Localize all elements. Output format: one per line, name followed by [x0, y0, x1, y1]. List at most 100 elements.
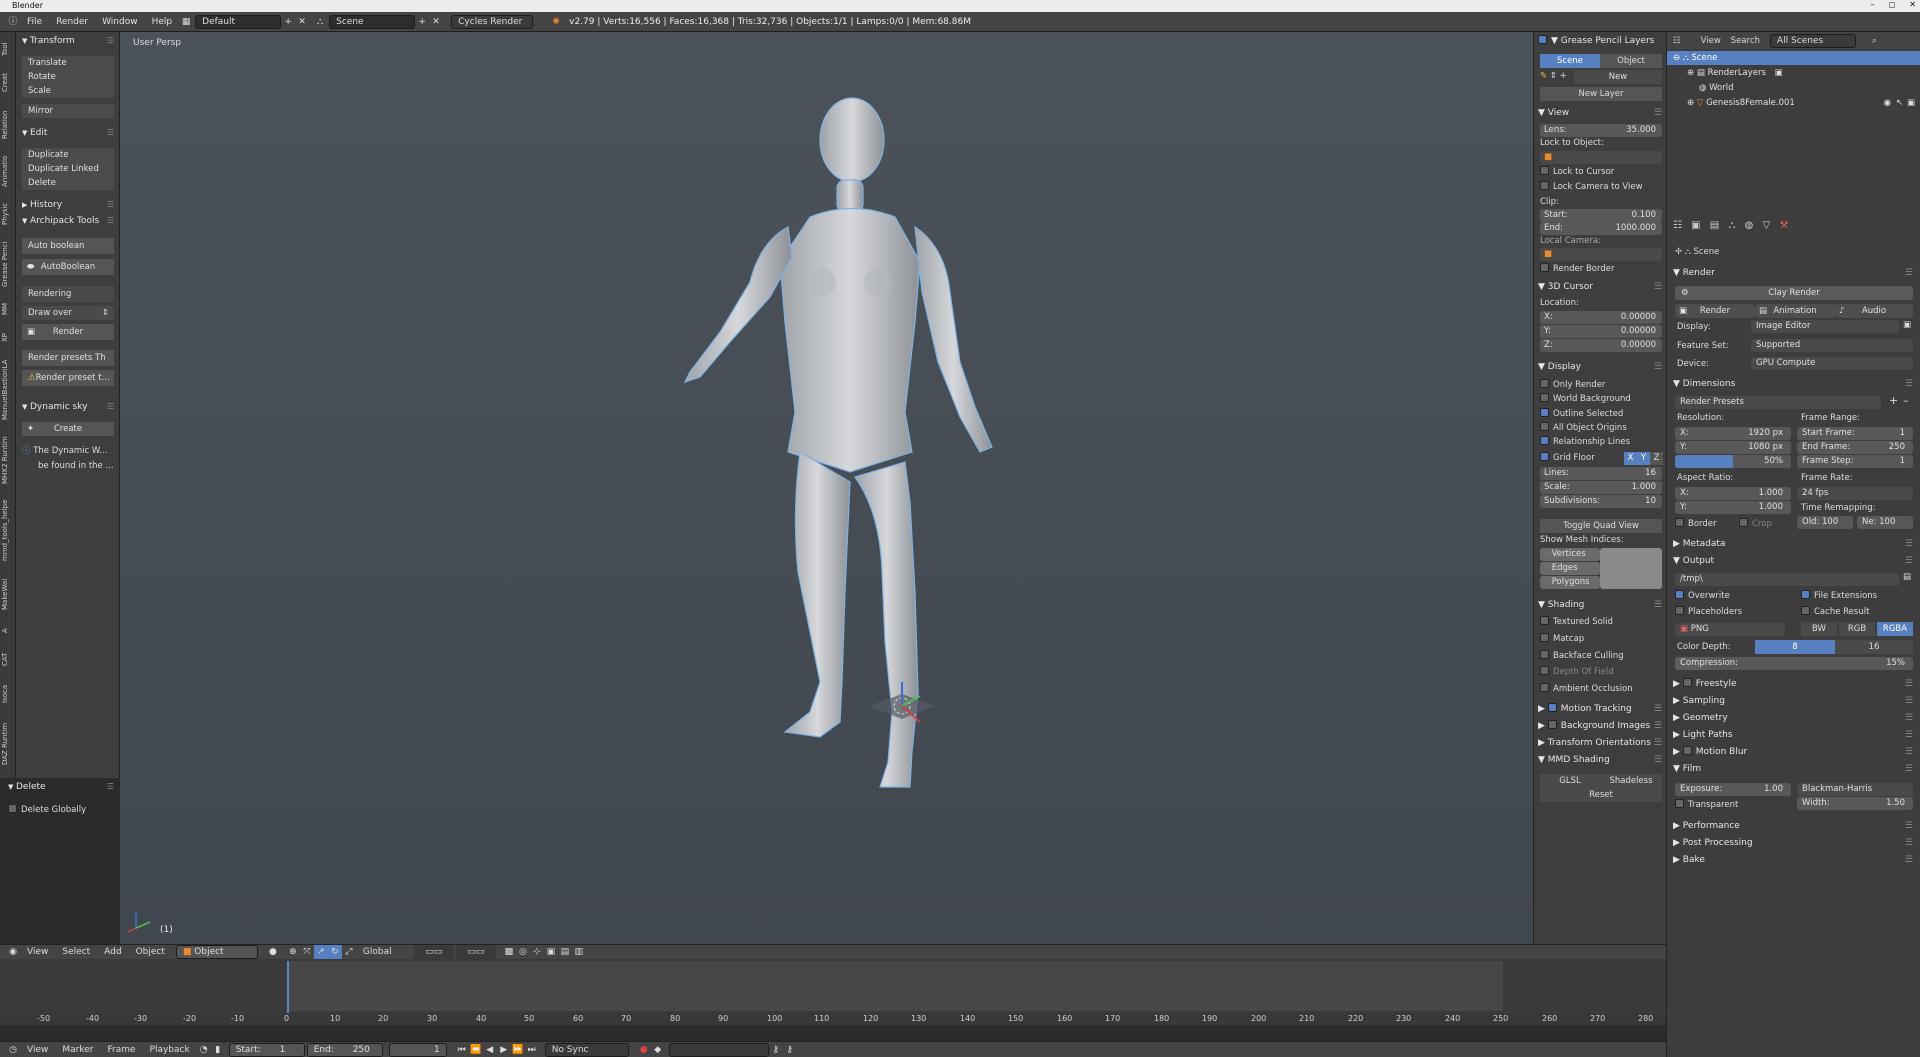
render-image-button[interactable]: ▣ Render: [1675, 304, 1755, 318]
tab-makewalk[interactable]: MakeWal: [1, 572, 15, 616]
lock-icon[interactable]: ▮: [211, 1043, 225, 1057]
maximize-button[interactable]: ◻: [1889, 0, 1896, 9]
editor-type-timeline-icon[interactable]: ◷: [6, 1043, 20, 1057]
outliner-type-icon[interactable]: ☷: [1673, 36, 1681, 46]
duplicate-button[interactable]: Duplicate: [22, 148, 114, 162]
folder-icon[interactable]: ▤: [1903, 572, 1911, 582]
add-layout-icon[interactable]: +: [281, 15, 295, 29]
menu-view[interactable]: View: [20, 1045, 55, 1055]
tab-mmd-tools[interactable]: mmd_tools_helpe: [1, 494, 15, 566]
display-mode-select[interactable]: All Scenes: [1770, 33, 1856, 48]
time-remap-new-field[interactable]: Ne: 100: [1857, 516, 1913, 529]
world-background-checkbox[interactable]: [1540, 393, 1549, 402]
backface-culling-row[interactable]: Backface Culling: [1540, 650, 1662, 663]
grid-scale-field[interactable]: Scale: 1.000: [1540, 481, 1662, 494]
scene-tab-icon[interactable]: ⛬: [1728, 220, 1738, 231]
duplicate-linked-button[interactable]: Duplicate Linked: [22, 162, 114, 176]
render-button[interactable]: ▣ Render: [22, 324, 114, 340]
render-preset-button[interactable]: ⚠Render preset t...: [22, 370, 114, 386]
layers-icon[interactable]: ▭▭: [413, 945, 454, 959]
remove-layout-icon[interactable]: ✕: [295, 15, 309, 29]
new-layer-button[interactable]: New Layer: [1540, 87, 1662, 101]
panel-bake-header[interactable]: ▶ Bake ☰: [1673, 853, 1913, 867]
3d-viewport[interactable]: User Persp (1): [120, 32, 1533, 944]
translate-button[interactable]: Translate: [22, 56, 114, 70]
frame-step-field[interactable]: Frame Step: 1: [1797, 455, 1913, 468]
delete-globally-row[interactable]: Delete Globally: [8, 804, 86, 815]
render-tab-icon[interactable]: ▣: [1691, 220, 1703, 231]
menu-object[interactable]: Object: [129, 947, 172, 957]
tab-manuelbastionlab[interactable]: ManuelBastionLA: [1, 354, 15, 426]
outline-selected-row[interactable]: Outline Selected: [1540, 408, 1662, 421]
layers-icon-2[interactable]: ▭▭: [455, 945, 496, 959]
panel-archipack-header[interactable]: ▼ Archipack Tools ☰: [16, 214, 120, 228]
clip-start-field[interactable]: Start: 0.100: [1540, 209, 1662, 222]
insert-keyframe-icon[interactable]: ⚷: [769, 1043, 783, 1057]
resolution-percentage-field[interactable]: 50%: [1675, 455, 1791, 468]
panel-dimensions-header[interactable]: ▼ Dimensions ☰: [1673, 377, 1913, 391]
panel-post-processing-header[interactable]: ▶ Post Processing ☰: [1673, 836, 1913, 850]
panel-motion-tracking-header[interactable]: ▶ Motion Tracking ☰: [1538, 702, 1664, 716]
tab-create[interactable]: Creat: [1, 68, 15, 98]
layout-field[interactable]: Default: [195, 14, 282, 29]
panel-render-header[interactable]: ▼ Render ☰: [1673, 266, 1913, 280]
rgba-toggle[interactable]: RGBA: [1877, 622, 1913, 636]
freestyle-checkbox[interactable]: [1682, 678, 1692, 687]
visibility-eye-icon[interactable]: ◉: [1884, 96, 1891, 110]
tab-grease-pencil[interactable]: Grease Penci: [1, 236, 15, 292]
current-frame-field[interactable]: 1: [388, 1042, 447, 1057]
polygons-toggle[interactable]: ◦ Polygons: [1540, 576, 1600, 589]
file-extensions-row[interactable]: File Extensions: [1801, 590, 1877, 601]
tab-mhx2-runtime[interactable]: MHX2 Runtim: [1, 432, 15, 488]
menu-frame[interactable]: Frame: [100, 1045, 142, 1055]
relationship-lines-row[interactable]: Relationship Lines: [1540, 436, 1662, 449]
start-frame-field[interactable]: Start Frame: 1: [1797, 427, 1913, 440]
render-animation-button[interactable]: ▤ Animation: [1755, 304, 1835, 318]
snap-icon[interactable]: ⊹: [530, 945, 544, 959]
add-scene-icon[interactable]: +: [415, 15, 429, 29]
properties-type-icon[interactable]: ☷: [1673, 220, 1685, 231]
panel-3d-cursor-header[interactable]: ▼ 3D Cursor ☰: [1538, 280, 1664, 294]
panel-performance-header[interactable]: ▶ Performance ☰: [1673, 819, 1913, 833]
panel-history-header[interactable]: ▶ History ☰: [16, 198, 120, 212]
panel-metadata-header[interactable]: ▶ Metadata ☰: [1673, 537, 1913, 551]
output-path-field[interactable]: /tmp\: [1675, 573, 1899, 586]
display-select[interactable]: Image Editor: [1751, 320, 1899, 333]
motion-blur-checkbox[interactable]: [1682, 746, 1692, 755]
layer-lock-icon[interactable]: ▩: [502, 945, 516, 959]
keying-set-icon[interactable]: ◆: [651, 1043, 665, 1057]
compression-slider[interactable]: Compression: 15%: [1675, 657, 1913, 670]
placeholders-checkbox[interactable]: [1675, 606, 1684, 615]
outliner-view-menu[interactable]: View: [1701, 36, 1721, 46]
reset-button[interactable]: Reset: [1540, 788, 1662, 802]
modifiers-tab-icon[interactable]: ⚒: [1779, 220, 1791, 231]
depth-of-field-checkbox[interactable]: [1540, 666, 1549, 675]
depth-16-toggle[interactable]: 16: [1835, 640, 1913, 654]
tab-physics[interactable]: Physic: [1, 198, 15, 230]
axis-x-toggle[interactable]: X: [1624, 452, 1637, 465]
delete-button[interactable]: Delete: [22, 176, 114, 190]
only-render-row[interactable]: Only Render: [1540, 379, 1662, 392]
end-frame-field[interactable]: End Frame: 250: [1797, 441, 1913, 454]
lock-camera-row[interactable]: Lock Camera to View: [1540, 181, 1662, 194]
glsl-button[interactable]: GLSL: [1540, 774, 1600, 788]
next-keyframe-icon[interactable]: ⏩: [511, 1043, 525, 1057]
panel-grease-pencil-header[interactable]: ▼ Grease Pencil Layers: [1538, 34, 1664, 48]
textured-solid-row[interactable]: Textured Solid: [1540, 616, 1662, 629]
panel-film-header[interactable]: ▼ Film ☰: [1673, 762, 1913, 776]
exposure-field[interactable]: Exposure: 1.00: [1675, 783, 1791, 796]
border-row[interactable]: Border: [1675, 518, 1717, 529]
jump-start-icon[interactable]: ⏮: [455, 1043, 469, 1057]
device-select[interactable]: GPU Compute: [1751, 357, 1913, 370]
panel-view-header[interactable]: ▼ View ☰: [1538, 106, 1664, 120]
select-arrow-icon[interactable]: ↖: [1896, 96, 1903, 110]
scene-field[interactable]: Scene: [329, 14, 416, 29]
play-reverse-icon[interactable]: ◀: [483, 1043, 497, 1057]
cursor-x-field[interactable]: X: 0.00000: [1540, 311, 1662, 324]
render-audio-button[interactable]: ♪ Audio: [1835, 304, 1913, 318]
axis-y-toggle[interactable]: Y: [1637, 452, 1650, 465]
layers-tab-icon[interactable]: ▤: [1710, 220, 1722, 231]
timeline[interactable]: -50 -40 -30 -20 -10 0 10 20 30 40 50 60 …: [0, 959, 1666, 1025]
search-icon[interactable]: ⌕: [1872, 36, 1877, 46]
outline-selected-checkbox[interactable]: [1540, 408, 1549, 417]
